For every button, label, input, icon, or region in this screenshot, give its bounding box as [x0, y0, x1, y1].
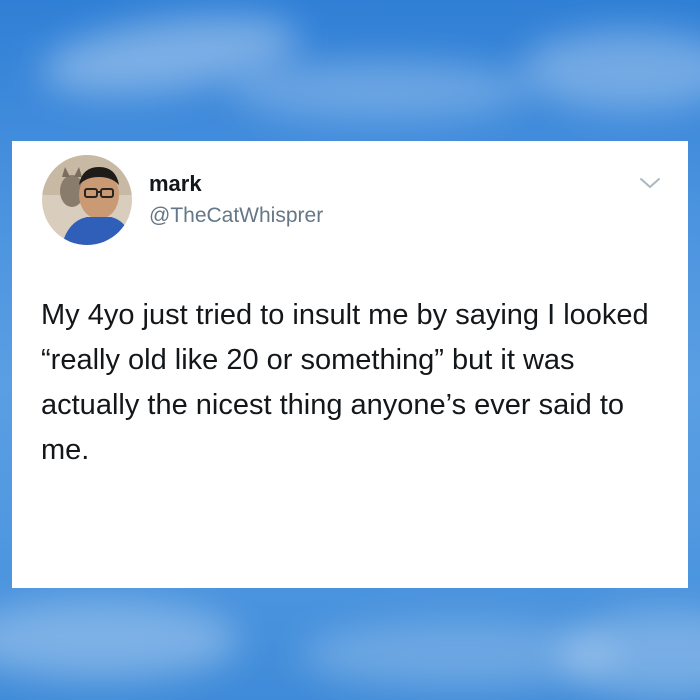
avatar-image: [42, 155, 132, 245]
cloud: [230, 60, 530, 120]
cloud: [520, 30, 700, 110]
cloud: [0, 600, 240, 680]
cloud: [560, 610, 700, 700]
tweet-card: mark @TheCatWhisprer My 4yo just tried t…: [12, 141, 688, 588]
display-name[interactable]: mark: [149, 171, 202, 197]
avatar[interactable]: [42, 155, 132, 245]
tweet-text: My 4yo just tried to insult me by saying…: [41, 299, 649, 466]
user-handle[interactable]: @TheCatWhisprer: [149, 204, 323, 228]
chevron-down-icon[interactable]: [638, 175, 662, 191]
